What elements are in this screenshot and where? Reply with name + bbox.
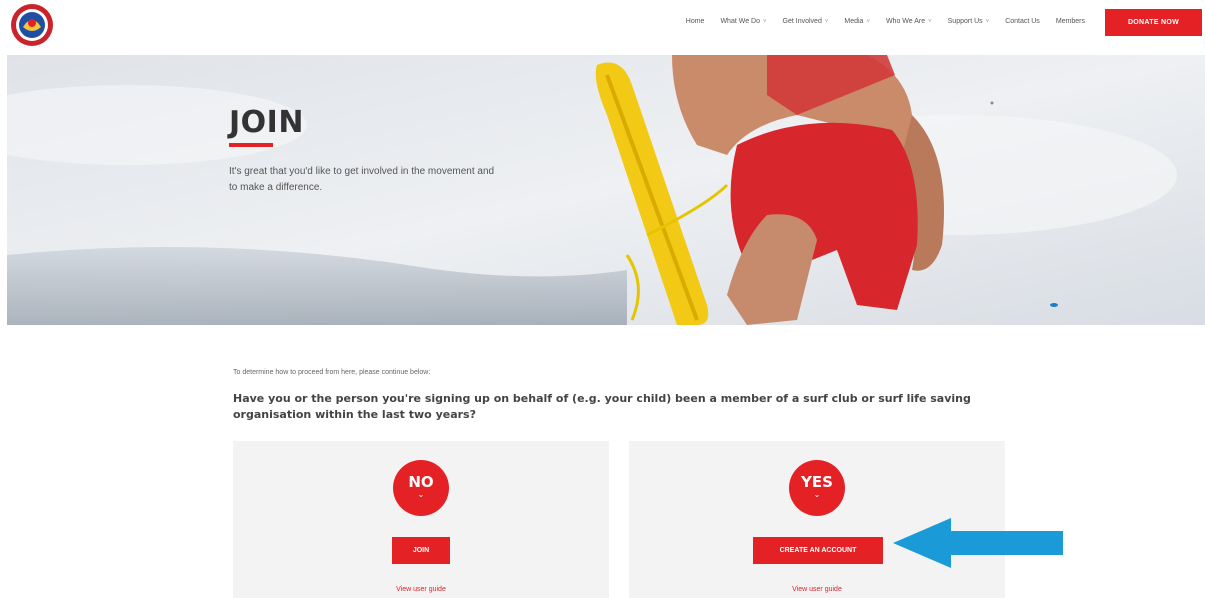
nav-item-support-us[interactable]: Support Us ˅ — [940, 18, 998, 25]
join-button[interactable]: JOIN — [392, 537, 450, 564]
hero-lifeguard-image — [7, 55, 1205, 325]
nav-item-label: Home — [685, 18, 705, 25]
nav-item-label: Support Us — [947, 18, 983, 25]
create-account-button[interactable]: CREATE AN ACCOUNT — [753, 537, 883, 564]
nav-item-label: Contact Us — [1005, 18, 1040, 25]
main-nav: Home What We Do ˅ Get Involved ˅ Media ˅ Who We… — [678, 18, 1093, 25]
nav-item-get-involved[interactable]: Get Involved ˅ — [775, 18, 837, 25]
arrow-left-icon — [893, 518, 1063, 568]
nav-item-members[interactable]: Members — [1048, 18, 1093, 25]
hero-description: It's great that you'd like to get involv… — [229, 166, 495, 193]
chevron-down-icon: ˅ — [763, 18, 767, 25]
membership-question: Have you or the person you're signing up… — [233, 392, 971, 421]
chevron-down-icon: ⌄ — [417, 490, 425, 499]
title-underline — [229, 143, 273, 147]
chevron-down-icon: ˅ — [985, 18, 990, 25]
chevron-down-icon: ˅ — [866, 18, 870, 25]
site-header: Home What We Do ˅ Get Involved ˅ Media ˅ Who We… — [0, 0, 1205, 55]
nav-item-label: Media — [844, 18, 864, 25]
chevron-down-icon: ⌄ — [813, 490, 821, 499]
nav-item-label: Get Involved — [782, 18, 822, 25]
nav-item-home[interactable]: Home — [678, 18, 713, 25]
chevron-down-icon: ˅ — [928, 18, 932, 25]
view-user-guide-link[interactable]: View user guide — [233, 586, 609, 593]
yes-badge-label: YES — [801, 473, 833, 491]
hero-banner: JOIN It's great that you'd like to get i… — [7, 55, 1205, 325]
nav-item-label: Members — [1055, 18, 1085, 25]
yes-badge: YES ⌄ — [789, 460, 845, 516]
no-badge-label: NO — [408, 473, 434, 491]
donate-now-button[interactable]: DONATE NOW — [1105, 9, 1202, 36]
intro-text: To determine how to proceed from here, p… — [233, 369, 431, 376]
nav-item-who-we-are[interactable]: Who We Are ˅ — [878, 18, 940, 25]
chevron-down-icon: ˅ — [824, 18, 829, 25]
page-title: JOIN — [229, 105, 304, 140]
view-user-guide-link[interactable]: View user guide — [629, 586, 1005, 593]
nav-item-label: What We Do — [720, 18, 761, 25]
club-crest-logo[interactable] — [10, 3, 54, 47]
nav-item-media[interactable]: Media ˅ — [836, 18, 878, 25]
option-card-no: NO ⌄ JOIN View user guide — [233, 441, 609, 598]
nav-item-what-we-do[interactable]: What We Do ˅ — [712, 18, 774, 25]
no-badge: NO ⌄ — [393, 460, 449, 516]
nav-item-contact-us[interactable]: Contact Us — [997, 18, 1048, 25]
nav-item-label: Who We Are — [885, 18, 926, 25]
